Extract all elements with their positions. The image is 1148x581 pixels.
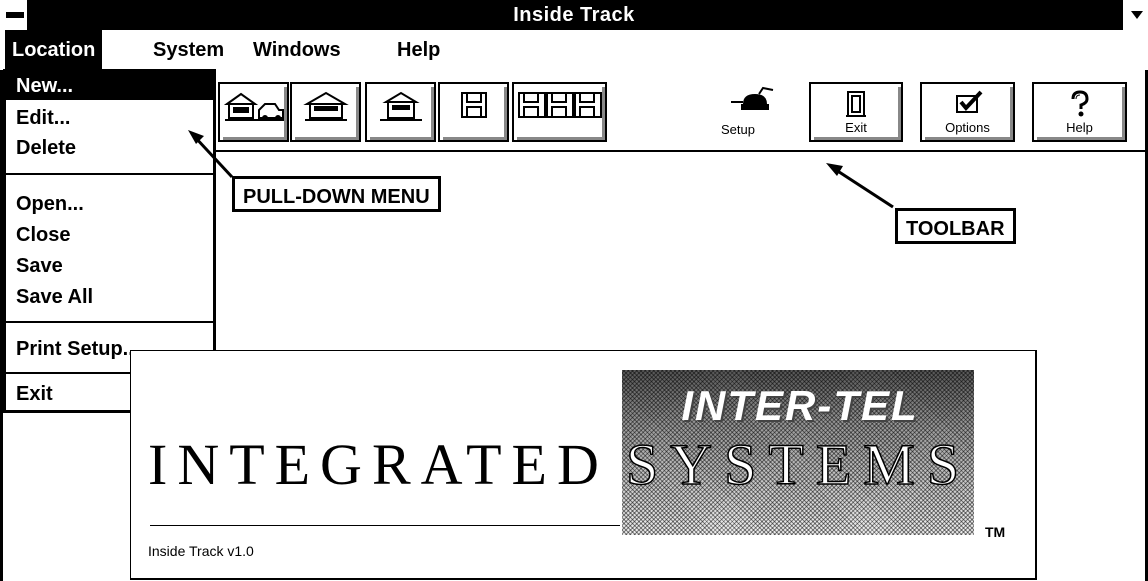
pulldown-menu-callout: PULL-DOWN MENU bbox=[232, 176, 441, 212]
version-text: Inside Track v1.0 bbox=[148, 543, 254, 559]
splash-word-systems: SYSTEMS bbox=[625, 431, 972, 498]
toolbar-callout: TOOLBAR bbox=[895, 208, 1016, 244]
splash-rule bbox=[150, 525, 620, 526]
splash-word-integrated: INTEGRATED bbox=[148, 432, 609, 497]
trademark-mark: TM bbox=[985, 524, 1006, 540]
intertel-logo: INTER-TEL bbox=[681, 382, 919, 429]
